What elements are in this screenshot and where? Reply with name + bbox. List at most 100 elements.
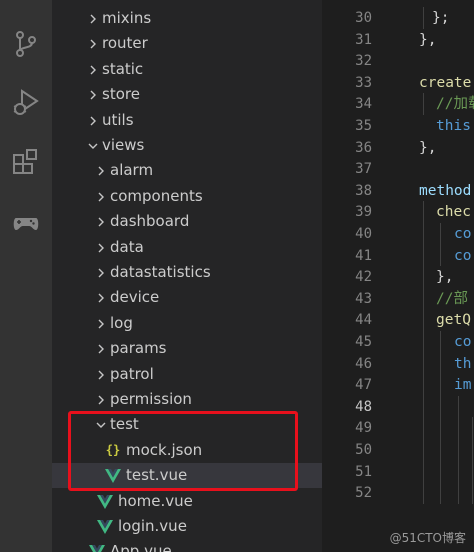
chevron-right-icon[interactable] bbox=[94, 285, 108, 310]
code-line[interactable]: im bbox=[454, 374, 471, 396]
source-control-icon[interactable] bbox=[10, 28, 42, 60]
tree-item-permission[interactable]: permission bbox=[52, 387, 322, 412]
tree-item-label: utils bbox=[102, 110, 134, 129]
tree-item-params[interactable]: params bbox=[52, 336, 322, 361]
tree-item-label: components bbox=[110, 186, 203, 205]
tree-item-label: mock.json bbox=[126, 440, 203, 459]
indent-guide bbox=[423, 201, 424, 504]
indent-guide bbox=[458, 395, 459, 504]
chevron-right-icon[interactable] bbox=[94, 235, 108, 260]
tree-item-label: mixins bbox=[102, 9, 152, 27]
tree-item-test[interactable]: test bbox=[52, 412, 322, 437]
tree-item-label: data bbox=[110, 237, 144, 256]
tree-item-label: log bbox=[110, 313, 133, 332]
code-line[interactable]: co bbox=[454, 223, 471, 245]
code-line[interactable]: }, bbox=[419, 29, 436, 51]
chevron-right-icon[interactable] bbox=[94, 260, 108, 285]
indent-guide bbox=[440, 331, 441, 504]
tree-item-label: permission bbox=[110, 390, 192, 408]
watermark: @51CTO博客 bbox=[389, 531, 466, 545]
chevron-right-icon[interactable] bbox=[94, 184, 108, 209]
tree-item-log[interactable]: log bbox=[52, 311, 322, 336]
code-line[interactable]: method bbox=[419, 180, 471, 202]
chevron-right-icon[interactable] bbox=[86, 82, 100, 107]
tree-item-app-vue[interactable]: App.vue bbox=[52, 539, 322, 552]
tree-item-label: device bbox=[110, 288, 160, 307]
line-number: 46 bbox=[355, 355, 372, 372]
line-number: 30 bbox=[355, 10, 372, 26]
chevron-right-icon[interactable] bbox=[94, 209, 108, 234]
chevron-right-icon[interactable] bbox=[86, 57, 100, 82]
tree-item-label: router bbox=[102, 34, 148, 53]
indent-guide bbox=[423, 7, 424, 29]
line-number: 51 bbox=[355, 463, 372, 480]
code-editor[interactable]: 30 31 32 33 34 35 36 37 38 39 40 41 42 43 44 45 46 47 48 49… bbox=[322, 0, 474, 552]
chevron-down-icon[interactable] bbox=[86, 133, 100, 158]
code-line[interactable]: }, bbox=[419, 137, 436, 159]
tree-item-router[interactable]: router bbox=[52, 31, 322, 56]
tree-item-label: static bbox=[102, 59, 144, 78]
chevron-right-icon[interactable] bbox=[86, 6, 100, 31]
indent-guide bbox=[472, 417, 473, 504]
tree-item-label: App.vue bbox=[110, 542, 172, 552]
line-number: 37 bbox=[355, 161, 372, 178]
line-number: 35 bbox=[355, 118, 372, 134]
chevron-right-icon[interactable] bbox=[94, 362, 108, 387]
tree-item-alarm[interactable]: alarm bbox=[52, 158, 322, 183]
code-line[interactable]: }, bbox=[436, 266, 453, 288]
chevron-down-icon[interactable] bbox=[94, 412, 108, 437]
chevron-right-icon[interactable] bbox=[86, 31, 100, 56]
code-line[interactable]: chec bbox=[436, 201, 471, 223]
tree-item-mock-json[interactable]: {} mock.json bbox=[52, 438, 322, 463]
tree-item-label: home.vue bbox=[118, 491, 193, 510]
line-number: 33 bbox=[355, 74, 372, 91]
chevron-right-icon[interactable] bbox=[86, 108, 100, 133]
code-line[interactable]: //部 bbox=[436, 288, 468, 310]
tree-item-label: test.vue bbox=[126, 466, 188, 485]
tree-item-data[interactable]: data bbox=[52, 235, 322, 260]
tree-item-login-vue[interactable]: login.vue bbox=[52, 514, 322, 539]
tree-item-device[interactable]: device bbox=[52, 285, 322, 310]
tree-item-label: alarm bbox=[110, 161, 154, 180]
line-number: 32 bbox=[355, 53, 372, 70]
code-line[interactable]: create bbox=[419, 72, 471, 94]
line-number: 45 bbox=[355, 334, 372, 350]
chevron-right-icon[interactable] bbox=[94, 387, 108, 412]
line-number: 52 bbox=[355, 485, 372, 502]
tree-item-home-vue[interactable]: home.vue bbox=[52, 489, 322, 514]
line-number: 40 bbox=[355, 226, 372, 242]
remote-gamepad-icon[interactable] bbox=[10, 207, 42, 239]
line-number: 34 bbox=[355, 96, 372, 113]
code-line[interactable]: //加载 bbox=[436, 93, 474, 115]
tree-item-label: store bbox=[102, 85, 140, 104]
tree-item-label: views bbox=[102, 136, 145, 154]
tree-item-datastatistics[interactable]: datastatistics bbox=[52, 260, 322, 285]
tree-item-dashboard[interactable]: dashboard bbox=[52, 209, 322, 234]
code-line[interactable]: co bbox=[454, 331, 471, 353]
tree-item-label: dashboard bbox=[110, 212, 190, 231]
tree-item-store[interactable]: store bbox=[52, 82, 322, 107]
json-file-icon: {} bbox=[105, 442, 121, 457]
code-line[interactable]: th bbox=[454, 353, 471, 375]
code-line[interactable]: getQ bbox=[436, 309, 471, 331]
activity-bar bbox=[0, 0, 52, 552]
code-line[interactable]: this bbox=[436, 115, 471, 137]
chevron-right-icon[interactable] bbox=[94, 311, 108, 336]
chevron-right-icon[interactable] bbox=[94, 158, 108, 183]
tree-item-patrol[interactable]: patrol bbox=[52, 362, 322, 387]
tree-item-mixins[interactable]: mixins bbox=[52, 6, 322, 31]
chevron-right-icon[interactable] bbox=[94, 336, 108, 361]
vue-file-icon bbox=[88, 539, 106, 552]
code-line[interactable]: }; bbox=[432, 7, 449, 29]
tree-item-components[interactable]: components bbox=[52, 184, 322, 209]
line-number: 36 bbox=[355, 139, 372, 156]
tree-item-static[interactable]: static bbox=[52, 57, 322, 82]
run-debug-icon[interactable] bbox=[10, 86, 42, 118]
tree-item-views[interactable]: views bbox=[52, 133, 322, 158]
tree-item-test-vue[interactable]: test.vue bbox=[52, 463, 322, 489]
tree-item-utils[interactable]: utils bbox=[52, 108, 322, 133]
code-line[interactable]: co bbox=[454, 245, 471, 267]
line-number: 42 bbox=[355, 269, 372, 286]
tree-item-label: params bbox=[110, 339, 167, 358]
extensions-icon[interactable] bbox=[10, 146, 42, 178]
